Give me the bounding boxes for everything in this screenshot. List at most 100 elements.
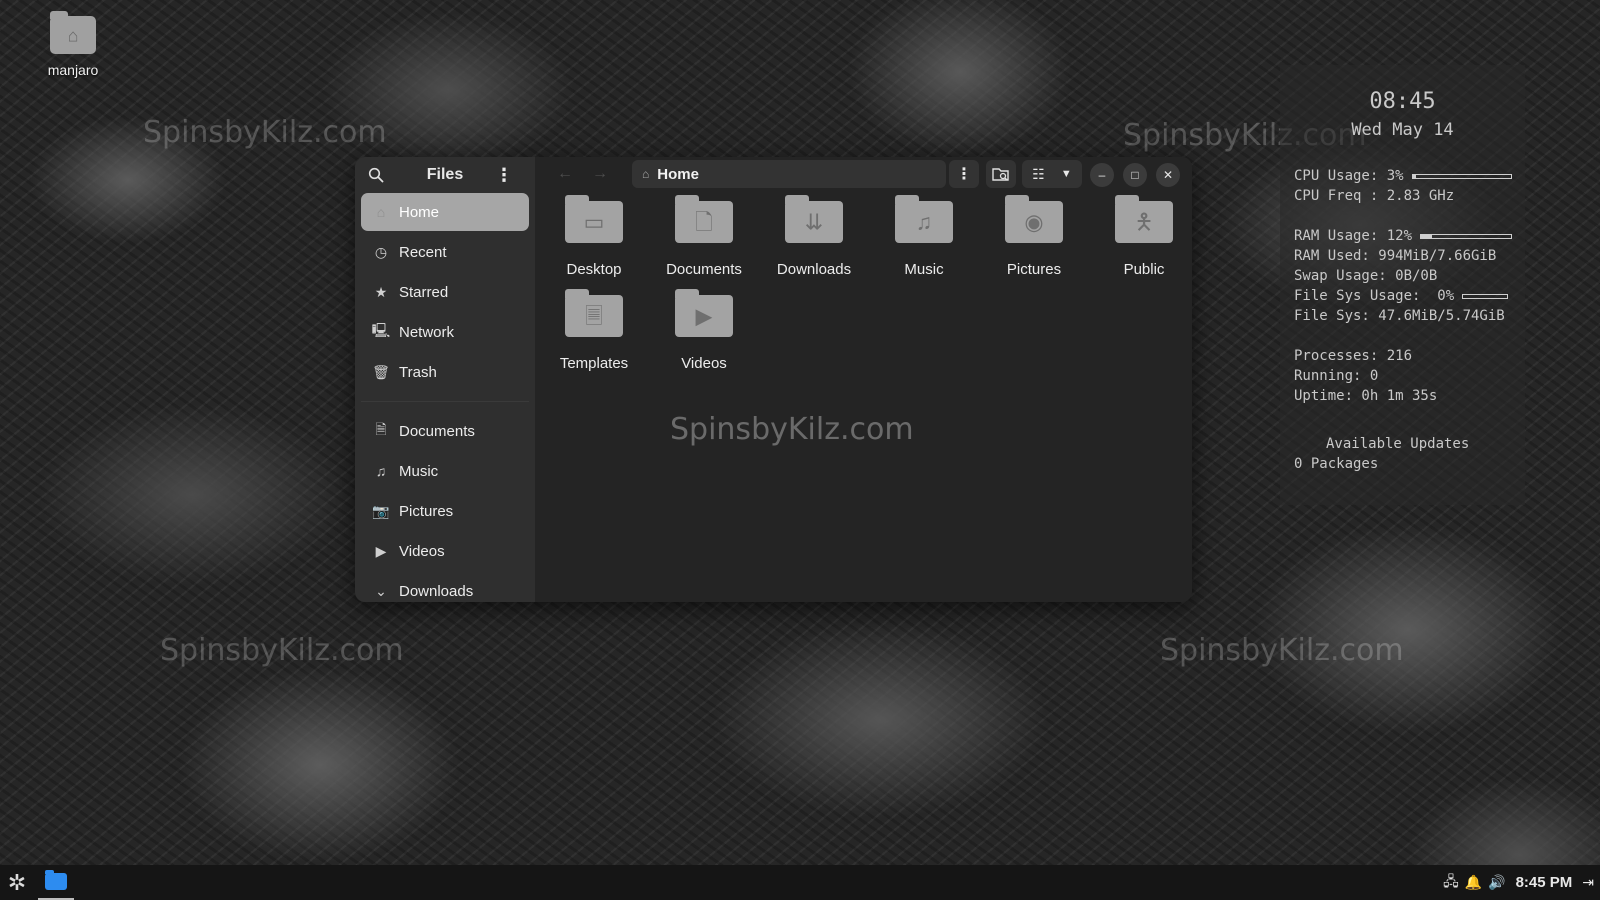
folder-name: Pictures	[1006, 261, 1062, 278]
sidebar-item-trash[interactable]: 🗑 Trash	[361, 353, 529, 391]
desktop-icon-label: manjaro	[47, 62, 99, 78]
search-folder-button[interactable]	[986, 160, 1016, 188]
sidebar-list: ⌂ Home ◷ Recent ★ Starred 🖳 Network 🗑 Tr…	[355, 193, 535, 602]
watermark: SpinsbyKilz.com	[1160, 633, 1404, 668]
forward-button[interactable]: →	[592, 165, 608, 183]
app-menu-icon: ✲	[7, 869, 27, 895]
view-toggle[interactable]: ☷ ▼	[1022, 160, 1082, 188]
folder-name: Templates	[559, 355, 629, 372]
ram-usage-label: RAM Usage: 12%	[1294, 228, 1413, 244]
sidebar-item-home[interactable]: ⌂ Home	[361, 193, 529, 231]
sidebar-item-music[interactable]: ♫ Music	[361, 452, 529, 490]
minimize-button[interactable]: –	[1090, 163, 1114, 187]
clock-icon: ◷	[374, 243, 388, 260]
updates-count: 0 Packages	[1294, 456, 1379, 472]
cpu-freq: CPU Freq : 2.83 GHz	[1294, 188, 1455, 204]
conky-time: 08:45	[1369, 89, 1436, 114]
documents-folder-icon: 🗋	[675, 195, 733, 243]
folder-item[interactable]: ▭ Desktop	[540, 193, 648, 278]
conky-date: Wed May 14	[1351, 120, 1454, 140]
trash-icon: 🗑	[372, 363, 390, 380]
close-icon: ✕	[1162, 168, 1174, 182]
location-label: Home	[657, 165, 699, 183]
desktop-home-icon[interactable]: ⌂ manjaro	[40, 11, 106, 78]
folder-name: Videos	[681, 355, 727, 372]
processes: Processes: 216	[1294, 348, 1413, 364]
sidebar-item-recent[interactable]: ◷ Recent	[361, 233, 529, 271]
ram-usage-row: RAM Usage: 12%	[1294, 226, 1525, 246]
pictures-folder-icon: ◉	[1005, 195, 1063, 243]
sidebar-item-videos[interactable]: ▶ Videos	[361, 532, 529, 570]
folder-item[interactable]: ♫ Music	[870, 193, 978, 278]
watermark: SpinsbyKilz.com	[160, 633, 404, 668]
sidebar: Files ⋮ ⌂ Home ◷ Recent ★ Starred 🖳 Netw…	[355, 157, 535, 602]
sidebar-item-label: Home	[399, 203, 440, 221]
folder-item[interactable]: 🗋 Documents	[650, 193, 758, 278]
maximize-button[interactable]: □	[1123, 163, 1147, 187]
vertical-dots-icon: ⋮	[495, 164, 513, 185]
network-icon[interactable]: 🖧	[1443, 871, 1459, 895]
home-folder-icon: ⌂	[50, 11, 96, 54]
vertical-dots-icon: ⋮	[956, 166, 972, 183]
fs-usage-bar	[1462, 293, 1509, 299]
folder-item[interactable]: ▶ Videos	[650, 287, 758, 372]
volume-icon[interactable]: 🔊	[1488, 874, 1505, 891]
sidebar-item-label: Videos	[399, 542, 445, 560]
notification-icon[interactable]: 🔔	[1465, 874, 1482, 891]
desktop-folder-icon: ▭	[565, 195, 623, 243]
folder-name: Desktop	[566, 261, 622, 278]
header-bar: ← → ⌂ Home ⋮ ☷ ▼ – □ ✕	[535, 157, 1192, 193]
sidebar-item-starred[interactable]: ★ Starred	[361, 273, 529, 311]
folder-item[interactable]: 🗏 Templates	[540, 287, 648, 372]
back-button[interactable]: ←	[557, 165, 573, 183]
home-icon: ⌂	[376, 204, 386, 220]
swap-usage: Swap Usage: 0B/0B	[1294, 268, 1438, 284]
folder-item[interactable]: ⇊ Downloads	[760, 193, 868, 278]
music-folder-icon: ♫	[895, 195, 953, 243]
system-monitor-widget: 08:45 Wed May 14 CPU Usage: 3% CPU Freq …	[1280, 65, 1525, 505]
system-tray: 🖧 🔔 🔊 8:45 PM ⇥	[1443, 865, 1600, 900]
logout-icon[interactable]: ⇥	[1582, 874, 1594, 891]
sidebar-item-label: Starred	[399, 283, 449, 301]
taskbar-files-button[interactable]	[38, 865, 74, 900]
folder-item[interactable]: ◉ Pictures	[980, 193, 1088, 278]
chevron-down-icon: ▼	[1060, 168, 1072, 180]
ram-used: RAM Used: 994MiB/7.66GiB	[1294, 248, 1497, 264]
location-menu-button[interactable]: ⋮	[949, 160, 979, 188]
videos-folder-icon: ▶	[675, 289, 733, 337]
sidebar-item-pictures[interactable]: 📷 Pictures	[361, 492, 529, 530]
sidebar-divider	[361, 401, 529, 402]
location-bar[interactable]: ⌂ Home	[632, 160, 946, 188]
main-content: ← → ⌂ Home ⋮ ☷ ▼ – □ ✕ ▭ Desktop 🗋 Docum…	[535, 157, 1192, 602]
sidebar-header: Files ⋮	[355, 157, 535, 193]
main-menu-button[interactable]: ⋮	[491, 161, 517, 189]
sidebar-item-label: Documents	[399, 422, 475, 440]
ram-usage-bar	[1420, 233, 1513, 239]
taskbar-clock[interactable]: 8:45 PM	[1516, 874, 1573, 891]
sidebar-item-network[interactable]: 🖳 Network	[361, 313, 529, 351]
cpu-usage-bar	[1411, 173, 1512, 179]
sidebar-item-label: Pictures	[399, 502, 454, 520]
list-view-icon: ☷	[1032, 165, 1045, 182]
sidebar-item-downloads[interactable]: ⌄ Downloads	[361, 572, 529, 602]
sidebar-item-label: Music	[399, 462, 439, 480]
sidebar-item-label: Trash	[399, 363, 437, 381]
watermark: SpinsbyKilz.com	[670, 412, 914, 447]
video-icon: ▶	[375, 542, 387, 559]
folder-name: Public	[1123, 261, 1165, 278]
sidebar-item-label: Network	[399, 323, 455, 341]
cpu-usage-row: CPU Usage: 3%	[1294, 166, 1525, 186]
network-icon: 🖳	[371, 322, 391, 338]
public-folder-icon: 🯅	[1115, 195, 1173, 243]
start-menu-button[interactable]: ✲	[0, 865, 34, 900]
maximize-icon: □	[1131, 168, 1139, 182]
music-icon: ♫	[375, 463, 387, 479]
camera-icon: 📷	[372, 502, 390, 519]
folder-item[interactable]: 🯅 Public	[1090, 193, 1192, 278]
close-button[interactable]: ✕	[1156, 163, 1180, 187]
updates-title: Available Updates	[1326, 436, 1470, 452]
cpu-usage-label: CPU Usage: 3%	[1294, 168, 1404, 184]
taskbar: ✲ 🖧 🔔 🔊 8:45 PM ⇥	[0, 865, 1600, 900]
watermark: SpinsbyKilz.com	[143, 115, 387, 150]
sidebar-item-documents[interactable]: 🗎 Documents	[361, 412, 529, 450]
